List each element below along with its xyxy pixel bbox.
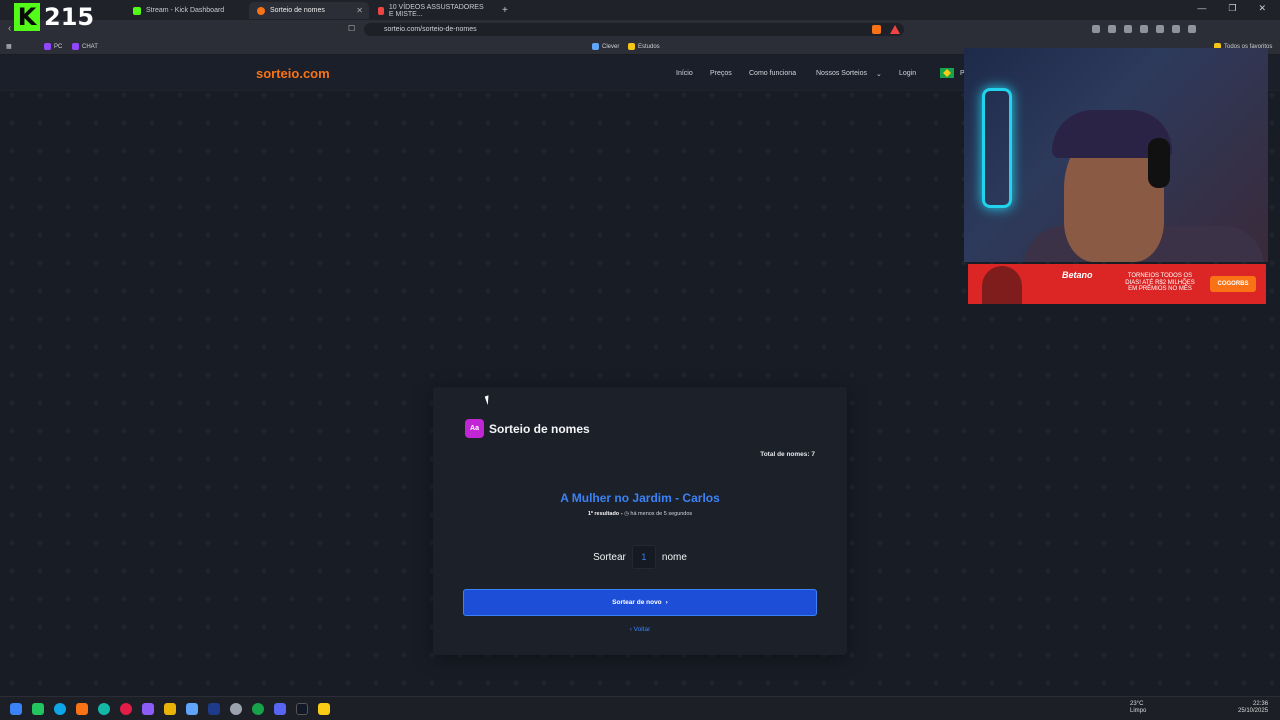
brave-rewards-icon[interactable]: [890, 25, 900, 34]
extension-icon[interactable]: [1140, 25, 1148, 33]
youtube-icon: [378, 6, 384, 15]
kick-logo-icon: K: [14, 3, 40, 31]
windows-start-icon[interactable]: [10, 703, 22, 715]
apps-grid-icon[interactable]: ▦: [6, 43, 12, 50]
result-time: há menos de 5 segundos: [630, 511, 693, 517]
twitch-icon: [44, 43, 51, 50]
app-icon[interactable]: [230, 703, 242, 715]
app-icon[interactable]: [98, 703, 110, 715]
tab-youtube[interactable]: 10 VÍDEOS ASSUSTADORES E MISTE...: [370, 2, 492, 19]
neon-light: [982, 88, 1012, 208]
sponsor-banner: Betano TORNEIOS TODOS OS DIAS! ATÉ R$2 M…: [968, 264, 1266, 304]
minimize-icon[interactable]: —: [1197, 3, 1206, 14]
bookmark-clever[interactable]: Clever: [592, 43, 619, 50]
total-names: Total de nomes: 7: [760, 451, 815, 458]
back-link[interactable]: ‹ Voltar: [433, 626, 847, 633]
sort-label: Sortear: [593, 551, 626, 563]
tab-sorteio[interactable]: Sorteio de nomes ✕: [249, 2, 369, 19]
tab-bar: Stream - Kick Dashboard Sorteio de nomes…: [0, 0, 1280, 20]
extension-icons: [1092, 25, 1196, 33]
draw-card: Aa Sorteio de nomes Total de nomes: 7 A …: [433, 387, 847, 655]
chevron-right-icon: ›: [665, 599, 668, 606]
bookmark-chat[interactable]: CHAT: [72, 43, 98, 50]
result-meta: 1º resultado - ◷ há menos de 5 segundos: [433, 511, 847, 517]
folder-icon: [628, 43, 635, 50]
extension-icon[interactable]: [1108, 25, 1116, 33]
bookmark-estudos[interactable]: Estudos: [628, 43, 660, 50]
sponsor-code: COGORBS: [1210, 276, 1256, 292]
nav-precos[interactable]: Preços: [710, 70, 732, 77]
url-field[interactable]: sorteio.com/sorteio-de-nomes: [364, 23, 904, 36]
download-icon[interactable]: [1172, 25, 1180, 33]
unit-label: nome: [661, 551, 687, 563]
opera-icon[interactable]: [120, 703, 132, 715]
nav-inicio[interactable]: Início: [676, 70, 693, 77]
address-bar: ‹ ☐ sorteio.com/sorteio-de-nomes: [0, 20, 1280, 39]
maximize-icon[interactable]: ❐: [1228, 3, 1236, 14]
close-window-icon[interactable]: ✕: [1258, 3, 1266, 14]
close-tab-icon[interactable]: ✕: [356, 6, 363, 15]
nav-como-funciona[interactable]: Como funciona: [749, 70, 796, 77]
tab-kick-dashboard[interactable]: Stream - Kick Dashboard: [125, 2, 245, 19]
webcam-overlay: [964, 48, 1268, 262]
brazil-flag-icon[interactable]: [940, 68, 954, 78]
headset: [1148, 138, 1170, 188]
viewer-count: 215: [44, 3, 95, 31]
store-icon[interactable]: [186, 703, 198, 715]
weather-widget[interactable]: 23°C Limpo: [1130, 701, 1146, 715]
result-position: 1º resultado -: [587, 511, 623, 517]
app-icon[interactable]: [318, 703, 330, 715]
app-icon[interactable]: [32, 703, 44, 715]
app-icon[interactable]: [142, 703, 154, 715]
globe-icon: [592, 43, 599, 50]
discord-icon[interactable]: [274, 703, 286, 715]
nav-login[interactable]: Login: [899, 70, 916, 77]
extension-icon[interactable]: [1156, 25, 1164, 33]
clock-icon: ◷: [624, 511, 629, 517]
file-explorer-icon[interactable]: [164, 703, 176, 715]
sponsor-headline: TORNEIOS TODOS OS DIAS! ATÉ R$2 MILHÕES …: [1125, 273, 1195, 293]
chevron-left-icon: ‹: [629, 626, 632, 633]
back-arrow-icon[interactable]: ‹: [8, 23, 11, 34]
redraw-button[interactable]: Sortear de novo ›: [463, 589, 817, 616]
chevron-down-icon: ⌄: [876, 71, 882, 78]
quantity-input[interactable]: 1: [631, 545, 656, 569]
obs-icon[interactable]: [296, 703, 308, 715]
sponsor-figure: [982, 266, 1022, 304]
brave-shield-icon[interactable]: [872, 25, 881, 34]
window-controls: — ❐ ✕: [1197, 3, 1266, 14]
new-tab-button[interactable]: +: [494, 2, 510, 19]
extension-icon[interactable]: [1188, 25, 1196, 33]
draw-result: A Mulher no Jardim - Carlos: [560, 491, 720, 505]
bookmark-pc[interactable]: PC: [44, 43, 62, 50]
steam-icon[interactable]: [208, 703, 220, 715]
kick-icon: [133, 6, 141, 15]
kick-viewer-badge: K 215: [14, 3, 94, 31]
quantity-row: Sortear 1 nome: [433, 545, 847, 569]
extension-icon[interactable]: [1092, 25, 1100, 33]
card-title: Sorteio de nomes: [489, 422, 590, 436]
twitch-icon: [72, 43, 79, 50]
sponsor-brand: Betano: [1062, 270, 1093, 280]
taskbar: 23°C Limpo 22:36 25/10/2025: [0, 696, 1280, 720]
brave-icon[interactable]: [76, 703, 88, 715]
extension-icon[interactable]: [1124, 25, 1132, 33]
edge-icon[interactable]: [54, 703, 66, 715]
text-draw-icon: Aa: [465, 419, 484, 438]
xbox-icon[interactable]: [252, 703, 264, 715]
bookmark-icon[interactable]: ☐: [348, 24, 355, 33]
site-logo[interactable]: sorteio.com: [256, 66, 330, 81]
nav-nossos-sorteios[interactable]: Nossos Sorteios: [816, 70, 867, 77]
sorteio-icon: [257, 6, 265, 15]
clock[interactable]: 22:36 25/10/2025: [1238, 701, 1268, 715]
